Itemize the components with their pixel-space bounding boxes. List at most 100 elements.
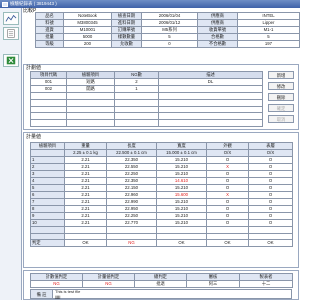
chart-icon[interactable]: [3, 12, 19, 25]
table-cell[interactable]: O: [248, 156, 293, 164]
table-cell[interactable]: 15.600: [156, 191, 207, 199]
table-cell[interactable]: 15.210: [156, 184, 207, 192]
field-value[interactable]: 5: [141, 33, 198, 41]
field-value[interactable]: M10001: [63, 26, 112, 34]
table-row[interactable]: 1 2.21 22.350 15.210 O O: [30, 156, 293, 164]
table-cell[interactable]: 22.550: [106, 163, 157, 171]
table-cell: [114, 92, 159, 100]
field-value[interactable]: M3800345: [63, 19, 112, 27]
table-cell[interactable]: 22.350: [106, 156, 157, 164]
table-cell[interactable]: 2.21: [64, 163, 107, 171]
table-cell[interactable]: 15.210: [156, 163, 207, 171]
table-cell[interactable]: 15.210: [156, 205, 207, 213]
table-cell[interactable]: O: [206, 184, 249, 192]
field-value[interactable]: 2006/01/12: [141, 19, 198, 27]
plan-button[interactable]: 新增: [268, 71, 294, 79]
table-row[interactable]: 4 2.21 22.350 14.610 O O: [30, 177, 293, 185]
table-row[interactable]: 6 2.21 22.960 15.600 X O: [30, 191, 293, 199]
excel-icon[interactable]: [3, 54, 19, 67]
row-number: 8: [30, 205, 65, 213]
table-cell[interactable]: 2.21: [64, 177, 107, 185]
table-cell[interactable]: X: [206, 191, 249, 199]
field-value[interactable]: NoteBook: [63, 12, 112, 20]
table-cell[interactable]: 22.990: [106, 198, 157, 206]
table-row[interactable]: 9 2.21 22.250 15.210 O O: [30, 212, 293, 220]
table-cell[interactable]: O: [248, 205, 293, 213]
judgement-value[interactable]: NG: [82, 280, 135, 288]
table-cell[interactable]: O: [248, 219, 293, 227]
table-cell[interactable]: 14.610: [156, 177, 207, 185]
table-cell[interactable]: 15.210: [156, 170, 207, 178]
table-cell[interactable]: O: [248, 184, 293, 192]
table-cell[interactable]: O: [248, 170, 293, 178]
field-value[interactable]: 197: [237, 40, 300, 48]
empty-row: [30, 226, 293, 234]
field-value[interactable]: M5系列: [141, 26, 198, 34]
table-cell[interactable]: O: [206, 198, 249, 206]
table-row[interactable]: 2 2.21 22.550 15.210 X O: [30, 163, 293, 171]
table-cell[interactable]: O: [206, 177, 249, 185]
table-cell[interactable]: O: [206, 219, 249, 227]
table-cell[interactable]: O: [248, 212, 293, 220]
table-row[interactable]: 10 2.21 22.770 15.210 O O: [30, 219, 293, 227]
table-cell[interactable]: O: [248, 198, 293, 206]
table-cell[interactable]: 2.21: [64, 184, 107, 192]
table-cell[interactable]: 15.210: [156, 219, 207, 227]
field-value[interactable]: 0: [141, 40, 198, 48]
table-cell[interactable]: 22.350: [106, 177, 157, 185]
table-cell[interactable]: 2.21: [64, 170, 107, 178]
header-info-table: 品名 NoteBook 檢查日期 2006/01/04 供應商 INTEL 料號 M38003…: [35, 12, 300, 48]
table-cell[interactable]: 22.250: [106, 170, 157, 178]
table-cell[interactable]: 22.250: [106, 212, 157, 220]
table-cell[interactable]: 22.770: [106, 219, 157, 227]
plan-button[interactable]: 刪除: [268, 93, 294, 101]
spec-cell: 15.000 ± 0.1 cm: [156, 149, 207, 157]
table-row[interactable]: 8 2.21 22.950 15.210 O O: [30, 205, 293, 213]
field-value[interactable]: M1-1: [237, 26, 300, 34]
table-cell[interactable]: O: [206, 156, 249, 164]
table-cell[interactable]: 2.21: [64, 198, 107, 206]
table-cell[interactable]: 2.21: [64, 191, 107, 199]
table-cell[interactable]: X: [206, 163, 249, 171]
judgement-value[interactable]: 阿三: [186, 280, 240, 288]
empty-row: [30, 105, 263, 114]
table-cell[interactable]: 15.210: [156, 212, 207, 220]
table-row[interactable]: 5 2.21 22.150 15.210 O O: [30, 184, 293, 192]
document-icon[interactable]: [3, 27, 19, 40]
table-cell[interactable]: 2.21: [64, 219, 107, 227]
table-cell: DL: [158, 78, 263, 86]
spec-cell: O/X: [248, 149, 293, 157]
table-cell[interactable]: 22.950: [106, 205, 157, 213]
table-cell[interactable]: 15.210: [156, 156, 207, 164]
plan-button[interactable]: 確定: [268, 104, 294, 112]
table-cell[interactable]: O: [248, 191, 293, 199]
field-value[interactable]: 200: [63, 40, 112, 48]
plan-button[interactable]: 修改: [268, 82, 294, 90]
table-cell[interactable]: 2.21: [64, 212, 107, 220]
table-cell[interactable]: O: [206, 205, 249, 213]
field-value[interactable]: 2006/01/04: [141, 12, 198, 20]
table-cell[interactable]: 2.21: [64, 156, 107, 164]
table-cell[interactable]: O: [248, 177, 293, 185]
table-row[interactable]: 001 短路 2 DL: [30, 78, 263, 86]
table-cell[interactable]: O: [206, 170, 249, 178]
table-cell[interactable]: 15.210: [156, 198, 207, 206]
table-cell[interactable]: O: [248, 163, 293, 171]
field-value[interactable]: 5: [237, 33, 300, 41]
field-value[interactable]: 5000: [63, 33, 112, 41]
table-row[interactable]: 002 開路 1: [30, 85, 263, 93]
note-value[interactable]: This is test file jjjjjj: [53, 289, 80, 298]
table-cell[interactable]: O: [206, 212, 249, 220]
table-row[interactable]: 7 2.21 22.990 15.210 O O: [30, 198, 293, 206]
judgement-value[interactable]: 批退: [134, 280, 187, 288]
table-cell[interactable]: 2.21: [64, 205, 107, 213]
field-value[interactable]: Lipper: [237, 19, 300, 27]
table-cell[interactable]: 22.960: [106, 191, 157, 199]
table-cell[interactable]: 22.150: [106, 184, 157, 192]
field-value[interactable]: INTEL: [237, 12, 300, 20]
judgement-value[interactable]: 十二: [239, 280, 293, 288]
judgement-header-row: 計數值判定 計量値判定 總判定 審核 製表者: [30, 273, 293, 281]
plan-button[interactable]: 取消: [268, 115, 294, 123]
table-row[interactable]: 3 2.21 22.250 15.210 O O: [30, 170, 293, 178]
judgement-value[interactable]: NG: [30, 280, 83, 288]
